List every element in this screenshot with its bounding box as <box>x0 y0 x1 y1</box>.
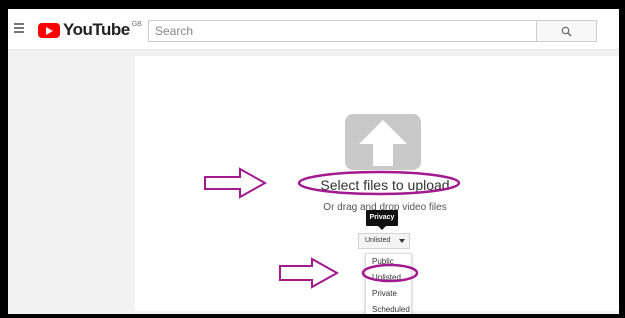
search-input[interactable]: Search <box>148 20 537 42</box>
upload-arrow-icon[interactable] <box>343 112 423 172</box>
privacy-option-unlisted[interactable]: Unlisted <box>366 270 411 286</box>
hamburger-icon[interactable] <box>14 23 24 33</box>
youtube-play-icon <box>38 22 60 38</box>
privacy-option-private[interactable]: Private <box>366 286 411 302</box>
search-icon <box>561 26 572 37</box>
privacy-tooltip: Privacy <box>366 210 398 230</box>
select-files-text[interactable]: Select files to upload <box>285 177 485 193</box>
caret-down-icon <box>399 239 405 243</box>
search-button[interactable] <box>537 20 597 42</box>
masthead: YouTube GB Search <box>8 9 619 50</box>
privacy-selected-label: Unlisted <box>365 237 391 244</box>
youtube-logo[interactable]: YouTube GB <box>38 20 142 40</box>
logo-region: GB <box>131 20 142 28</box>
privacy-option-scheduled[interactable]: Scheduled <box>366 302 411 314</box>
privacy-option-public[interactable]: Public <box>366 254 411 270</box>
privacy-menu: Public Unlisted Private Scheduled <box>365 253 412 314</box>
page: YouTube GB Search Select files to upload… <box>8 9 619 314</box>
upload-card: Select files to upload Or drag and drop … <box>135 56 619 314</box>
privacy-dropdown-button[interactable]: Unlisted <box>358 233 410 249</box>
logo-text: YouTube <box>63 20 130 39</box>
screenshot-frame: YouTube GB Search Select files to upload… <box>0 0 625 318</box>
